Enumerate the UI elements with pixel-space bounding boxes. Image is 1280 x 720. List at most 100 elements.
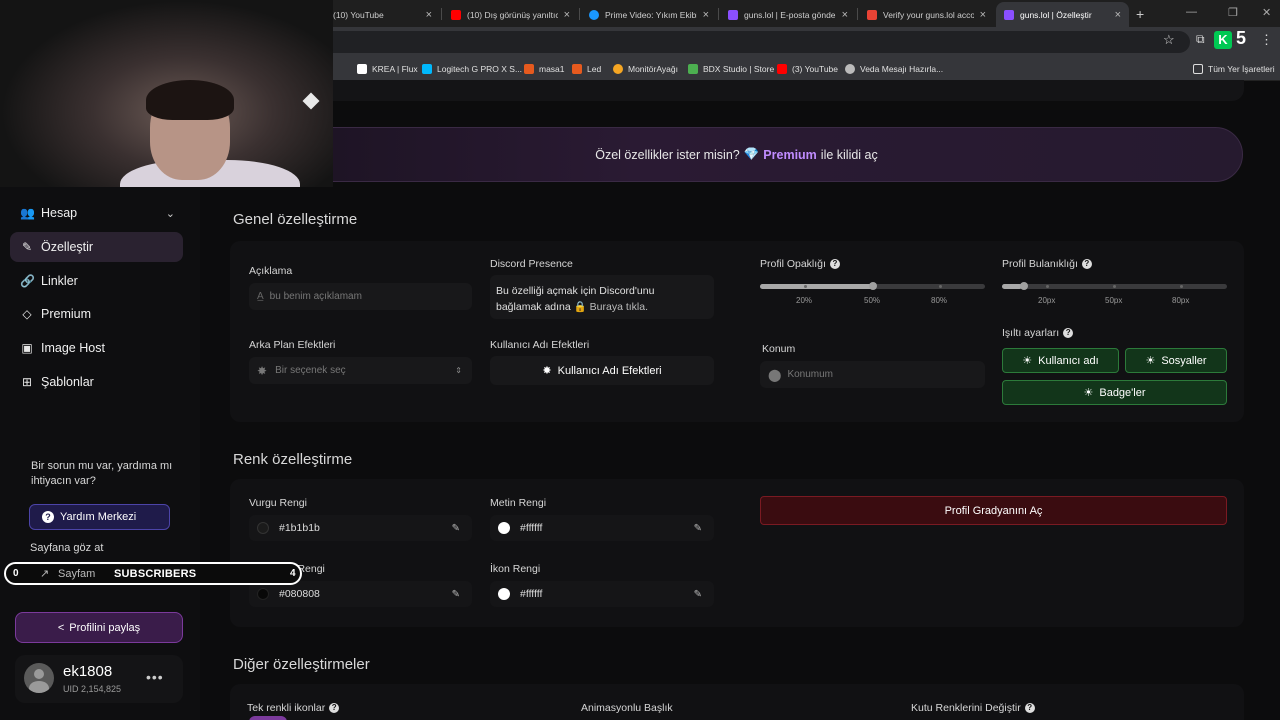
accent-color-label: Vurgu Rengi xyxy=(249,497,307,509)
help-center-label: Yardım Merkezi xyxy=(60,511,137,523)
close-icon[interactable]: × xyxy=(842,9,848,21)
help-icon[interactable]: ? xyxy=(829,259,840,270)
premium-link[interactable]: Premium xyxy=(763,148,817,162)
bookmark-item[interactable]: BDX Studio | Store xyxy=(688,62,774,76)
window-close-icon[interactable]: ✕ xyxy=(1262,6,1271,19)
glow-badges-button[interactable]: ☀ Badge'ler xyxy=(1002,380,1227,405)
accent-color-input[interactable]: #1b1b1b ✎ xyxy=(249,515,472,541)
discord-connect-link[interactable]: Buraya tıkla. xyxy=(590,301,648,313)
pencil-icon[interactable]: ✎ xyxy=(452,523,460,534)
bookmark-star-icon[interactable]: ☆ xyxy=(1163,32,1175,48)
other-section-title: Diğer özelleştirmeler xyxy=(233,656,370,673)
close-icon[interactable]: × xyxy=(703,9,709,21)
close-icon[interactable]: × xyxy=(1115,9,1121,21)
slider-tick xyxy=(1113,285,1116,288)
see-page-label: Sayfana göz at xyxy=(30,542,104,554)
bookmark-item[interactable]: MonitörAyağı xyxy=(613,62,678,76)
mono-icons-toggle[interactable] xyxy=(249,716,287,720)
close-icon[interactable]: × xyxy=(980,9,986,21)
bookmark-label: KREA | Flux xyxy=(372,64,418,74)
premium-banner[interactable]: Özel özellikler ister misin? 💎 Premium i… xyxy=(230,127,1243,182)
help-icon[interactable]: ? xyxy=(1063,328,1074,339)
bookmark-item[interactable]: masa1 xyxy=(524,62,565,76)
blur-slider-handle[interactable] xyxy=(1020,282,1028,290)
tab-separator xyxy=(441,8,442,20)
external-link-icon[interactable]: ↗ xyxy=(40,567,49,580)
bg-effects-placeholder: Bir seçenek seç xyxy=(275,365,346,376)
lock-icon: 🔒 xyxy=(573,301,587,313)
share-profile-button[interactable]: < Profilini paylaş xyxy=(15,612,183,643)
browser-tab[interactable]: (10) Dış görünüş yanıltıcı × xyxy=(443,2,578,27)
bookmark-item[interactable]: Logitech G PRO X S... xyxy=(422,62,522,76)
sidebar-item-ozellestir[interactable]: ✎ Özelleştir xyxy=(10,232,183,262)
glow-username-button[interactable]: ☀ Kullanıcı adı xyxy=(1002,348,1119,373)
guns-lol-icon xyxy=(1004,9,1014,20)
extensions-icon[interactable]: ⧉ xyxy=(1196,32,1205,47)
bg-color-value: #080808 xyxy=(279,588,320,600)
restore-icon[interactable]: ❐ xyxy=(1228,6,1238,19)
close-icon[interactable]: × xyxy=(564,9,570,21)
sidebar-item-image-host[interactable]: ▣ Image Host xyxy=(10,333,183,363)
opacity-slider[interactable] xyxy=(760,282,985,290)
all-bookmarks[interactable]: Tüm Yer İşaretleri xyxy=(1193,62,1275,76)
slider-tick xyxy=(939,285,942,288)
more-options-icon[interactable]: ••• xyxy=(146,669,164,685)
description-input[interactable]: A̲ bu benim açıklamam xyxy=(249,283,472,310)
sidebar-item-hesap[interactable]: 👥 Hesap ⌄ xyxy=(10,198,183,228)
browser-tab[interactable]: Prime Video: Yıkım Ekibi × xyxy=(581,2,717,27)
glow-button-label: Sosyaller xyxy=(1161,354,1207,367)
avatar xyxy=(24,663,54,693)
opacity-slider-handle[interactable] xyxy=(869,282,877,290)
minimize-icon[interactable]: — xyxy=(1186,6,1197,18)
sidebar-item-linkler[interactable]: 🔗 Linkler xyxy=(10,266,183,296)
extension-badge[interactable]: 5 xyxy=(1236,28,1246,49)
blur-slider-fill xyxy=(1002,284,1022,289)
pencil-icon[interactable]: ✎ xyxy=(452,589,460,600)
bookmark-item[interactable]: Led xyxy=(572,62,601,76)
slider-tick xyxy=(1180,285,1183,288)
bookmark-item[interactable]: KREA | Flux xyxy=(357,62,418,76)
close-icon[interactable]: × xyxy=(426,9,432,21)
profile-gradient-button[interactable]: Profil Gradyanını Aç xyxy=(760,496,1227,525)
bookmark-label: Led xyxy=(587,64,602,74)
glow-socials-button[interactable]: ☀ Sosyaller xyxy=(1125,348,1227,373)
tick-label: 20% xyxy=(796,296,813,305)
opacity-label: Profil Opaklığı? xyxy=(760,258,840,270)
glow-button-label: Badge'ler xyxy=(1099,386,1146,399)
bg-effects-select[interactable]: ✸ Bir seçenek seç ⇕ xyxy=(249,357,472,384)
subscribers-overlay: 0 ↗ Sayfam SUBSCRIBERS 4 xyxy=(4,562,302,585)
blur-slider[interactable] xyxy=(1002,282,1227,290)
browser-tab[interactable]: (10) YouTube × xyxy=(325,2,440,27)
sidebar-item-premium[interactable]: ◇ Premium xyxy=(10,299,183,329)
url-field[interactable] xyxy=(320,31,1190,53)
bdx-icon xyxy=(688,64,698,74)
bookmark-item[interactable]: Veda Mesajı Hazırla... xyxy=(845,62,943,76)
help-center-button[interactable]: ? Yardım Merkezi xyxy=(29,504,170,530)
box-colors-label: Kutu Renklerini Değiştir? xyxy=(911,702,1035,714)
help-icon[interactable]: ? xyxy=(329,703,340,714)
sidebar-item-sablonlar[interactable]: ⊞ Şablonlar xyxy=(10,367,183,397)
new-tab-button[interactable]: + xyxy=(1136,6,1144,22)
browser-menu-icon[interactable]: ⋮ xyxy=(1260,32,1273,48)
text-color-input[interactable]: #ffffff ✎ xyxy=(490,515,714,541)
pencil-icon[interactable]: ✎ xyxy=(694,589,702,600)
username-effects-button[interactable]: ✸ Kullanıcı Adı Efektleri xyxy=(490,356,714,385)
color-swatch xyxy=(498,588,510,600)
tick-label: 80px xyxy=(1172,296,1190,305)
chevron-down-icon: ⌄ xyxy=(165,207,175,220)
tab-label: guns.lol | Özelleştir xyxy=(1020,9,1092,20)
browser-tab-active[interactable]: guns.lol | Özelleştir × xyxy=(996,2,1129,27)
help-icon[interactable]: ? xyxy=(1081,259,1092,270)
webcam-person-hair xyxy=(146,80,234,120)
browser-tab[interactable]: Verify your guns.lol accou × xyxy=(859,2,994,27)
kick-extension-icon[interactable]: K xyxy=(1214,31,1232,49)
icon-color-input[interactable]: #ffffff ✎ xyxy=(490,581,714,607)
location-input[interactable]: ⬤ Konumum xyxy=(760,361,985,388)
glow-settings-label: Işıltı ayarları? xyxy=(1002,327,1074,339)
bookmark-item[interactable]: (3) YouTube xyxy=(777,62,838,76)
my-page-button[interactable]: Sayfam xyxy=(58,568,95,580)
browser-tab[interactable]: guns.lol | E-posta gönder × xyxy=(720,2,856,27)
user-card[interactable]: ek1808 UID 2,154,825 ••• xyxy=(15,655,183,703)
pencil-icon[interactable]: ✎ xyxy=(694,523,702,534)
help-icon[interactable]: ? xyxy=(1024,703,1035,714)
